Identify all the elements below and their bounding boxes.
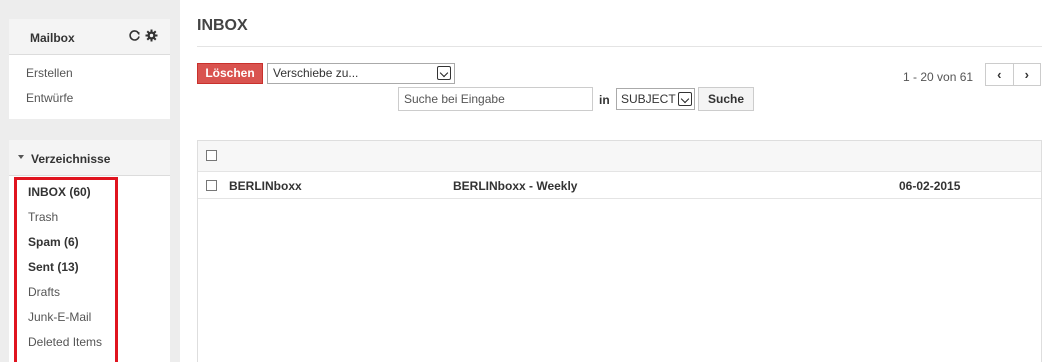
page-title: INBOX: [197, 17, 248, 34]
search-input[interactable]: Suche bei Eingabe: [398, 87, 593, 111]
main-content: INBOX Löschen Verschiebe zu... Suche bei…: [180, 0, 1045, 362]
folder-spam[interactable]: Spam (6): [28, 235, 115, 260]
sidebar: Mailbox Erstellen Entwürfe Verzeichnisse…: [0, 0, 180, 362]
folders-panel: Verzeichnisse INBOX (60) Trash Spam (6) …: [9, 140, 170, 362]
prev-page-button[interactable]: ‹: [986, 64, 1014, 85]
message-date: 06-02-2015: [899, 179, 961, 193]
title-divider: [197, 46, 1042, 47]
search-in-label: in: [599, 93, 610, 107]
pagination-info: 1 - 20 von 61: [903, 70, 974, 84]
message-subject[interactable]: BERLINboxx - Weekly: [453, 179, 577, 193]
mailbox-title: Mailbox: [30, 31, 75, 45]
table-header: [198, 141, 1041, 172]
folders-title: Verzeichnisse: [31, 152, 111, 166]
next-page-button[interactable]: ›: [1014, 64, 1041, 85]
folder-drafts[interactable]: Drafts: [28, 285, 115, 310]
search-field-select[interactable]: SUBJECT: [616, 88, 695, 110]
chevron-down-icon[interactable]: [678, 92, 692, 106]
collapse-caret-icon[interactable]: [18, 155, 24, 159]
row-checkbox[interactable]: [206, 180, 217, 191]
folder-deleted-items[interactable]: Deleted Items: [28, 335, 115, 360]
table-row[interactable]: BERLINboxx BERLINboxx - Weekly 06-02-201…: [198, 172, 1041, 199]
folders-panel-header[interactable]: Verzeichnisse: [9, 140, 170, 176]
search-button[interactable]: Suche: [698, 87, 754, 111]
message-table: BERLINboxx BERLINboxx - Weekly 06-02-201…: [197, 140, 1042, 362]
mailbox-links: Erstellen Entwürfe: [9, 55, 170, 116]
mailbox-panel: Mailbox Erstellen Entwürfe: [9, 19, 170, 119]
folder-junk[interactable]: Junk-E-Mail: [28, 310, 115, 335]
move-to-select[interactable]: Verschiebe zu...: [267, 63, 455, 84]
mailbox-panel-header: Mailbox: [9, 19, 170, 55]
folder-trash[interactable]: Trash: [28, 210, 115, 235]
compose-link[interactable]: Erstellen: [26, 66, 170, 91]
delete-button[interactable]: Löschen: [197, 63, 263, 84]
folder-list: INBOX (60) Trash Spam (6) Sent (13) Draf…: [14, 177, 118, 362]
drafts-link[interactable]: Entwürfe: [26, 91, 170, 116]
folder-sent[interactable]: Sent (13): [28, 260, 115, 285]
folder-inbox[interactable]: INBOX (60): [28, 185, 115, 210]
move-to-select-value: Verschiebe zu...: [273, 66, 359, 80]
gear-icon[interactable]: [145, 29, 158, 42]
chevron-down-icon[interactable]: [437, 66, 451, 80]
message-from[interactable]: BERLINboxx: [229, 179, 302, 193]
search-field-select-value: SUBJECT: [621, 92, 676, 106]
pager: ‹ ›: [985, 63, 1041, 86]
refresh-icon[interactable]: [128, 29, 141, 42]
select-all-checkbox[interactable]: [206, 150, 217, 161]
